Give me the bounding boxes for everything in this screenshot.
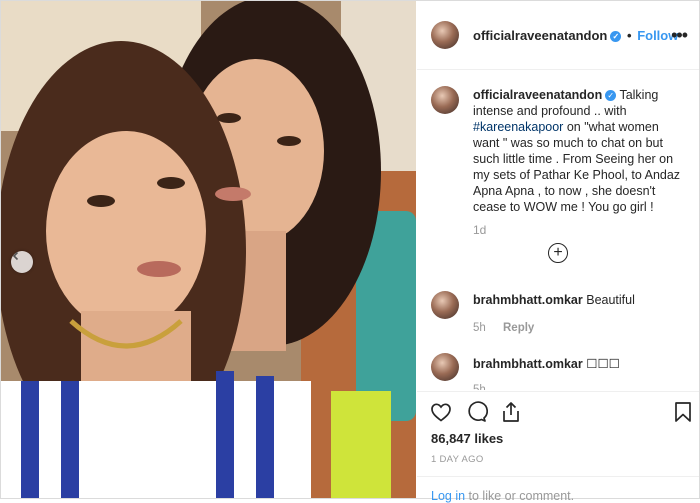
caption-author-username[interactable]: officialraveenatandon: [473, 88, 602, 102]
plus-circle-icon: +: [553, 244, 563, 261]
load-more-comments-button[interactable]: +: [548, 243, 568, 263]
comment-meta: 5h Reply: [473, 322, 534, 334]
share-icon[interactable]: [499, 400, 523, 424]
caption-author-avatar[interactable]: [431, 86, 459, 114]
caption-timestamp[interactable]: 1d: [473, 223, 486, 237]
author-username[interactable]: officialraveenatandon: [473, 28, 607, 43]
verified-badge-icon: ✓: [605, 90, 617, 102]
more-options-icon[interactable]: •••: [671, 25, 688, 46]
heart-icon[interactable]: [429, 400, 453, 424]
separator-dot: •: [627, 28, 632, 43]
comments-list[interactable]: officialraveenatandon ✓ Talking intense a…: [417, 70, 699, 390]
post-header: officialraveenatandon ✓ • Follow •••: [417, 1, 699, 70]
verified-badge-icon: ✓: [610, 31, 622, 43]
post-modal: officialraveenatandon ✓ • Follow ••• offi…: [0, 0, 700, 503]
post-photo[interactable]: [1, 1, 416, 498]
login-text: Log in to like or comment.: [431, 489, 574, 503]
comment-username[interactable]: brahmbhatt.omkar: [473, 293, 583, 307]
comment-text: ☐☐☐: [586, 357, 620, 371]
login-rest: to like or comment.: [465, 489, 575, 503]
caption-text-post: on "what women want " was so much to cha…: [473, 120, 681, 214]
previous-photo-button[interactable]: [11, 251, 33, 273]
author-avatar[interactable]: [431, 21, 459, 49]
comment-item: brahmbhatt.omkar Beautiful: [473, 293, 635, 307]
post-date[interactable]: 1 DAY AGO: [431, 454, 484, 465]
comment-avatar[interactable]: [431, 291, 459, 319]
author-line: officialraveenatandon ✓ • Follow: [473, 28, 678, 43]
login-prompt: Log in to like or comment.: [417, 476, 699, 503]
reply-button[interactable]: Reply: [503, 322, 534, 334]
bookmark-icon[interactable]: [671, 400, 695, 424]
comment-avatar[interactable]: [431, 353, 459, 381]
comment-meta: 5h: [473, 384, 486, 390]
comment-username[interactable]: brahmbhatt.omkar: [473, 357, 583, 371]
comment-time[interactable]: 5h: [473, 322, 486, 334]
comment-item: brahmbhatt.omkar ☐☐☐: [473, 356, 620, 371]
post-actions: [417, 391, 699, 432]
likes-count[interactable]: 86,847 likes: [431, 431, 503, 446]
caption-hashtag-link[interactable]: #kareenakapoor: [473, 120, 563, 134]
comment-time[interactable]: 5h: [473, 384, 486, 390]
comment-bubble-icon[interactable]: [464, 400, 488, 424]
post-caption: officialraveenatandon ✓ Talking intense a…: [473, 87, 683, 215]
comment-text: Beautiful: [586, 293, 635, 307]
login-link[interactable]: Log in: [431, 489, 465, 503]
photo-illustration: [1, 1, 416, 498]
chevron-left-icon: [12, 251, 19, 261]
post-side-panel: officialraveenatandon ✓ • Follow ••• offi…: [417, 1, 699, 503]
